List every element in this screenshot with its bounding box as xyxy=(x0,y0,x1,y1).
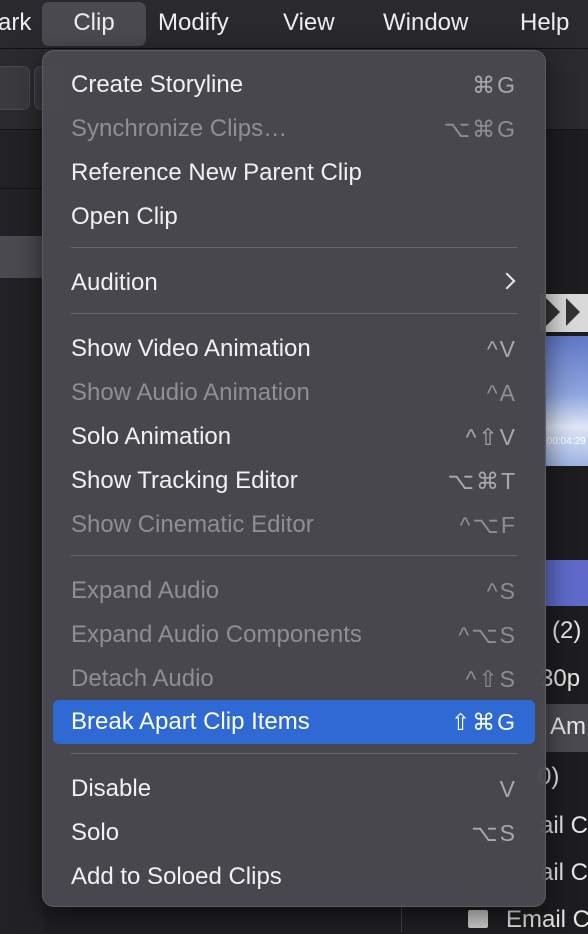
menu-item-label: Expand Audio Components xyxy=(71,621,362,648)
divider xyxy=(401,905,402,932)
menu-item-expand-audio: Expand Audio ^S xyxy=(53,569,535,613)
menu-item-expand-audio-components: Expand Audio Components ^⌥S xyxy=(53,613,535,657)
menu-item-label: Open Clip xyxy=(71,203,178,230)
chevron-right-icon xyxy=(498,272,516,290)
folder-icon xyxy=(468,910,488,928)
menu-separator xyxy=(71,753,517,754)
menu-item-label: Audition xyxy=(71,269,158,296)
menu-item-shortcut: ^⇧V xyxy=(465,424,517,450)
menu-item-disable[interactable]: Disable V xyxy=(53,767,535,811)
menu-item-label: Show Tracking Editor xyxy=(71,467,298,494)
menu-bar-item-bookmark[interactable]: ark xyxy=(0,0,31,48)
menu-item-show-audio-animation: Show Audio Animation ^A xyxy=(53,371,535,415)
menu-item-shortcut: ⌥S xyxy=(471,820,517,846)
menu-item-label: Show Video Animation xyxy=(71,335,311,362)
menu-bar-item-view[interactable]: View xyxy=(283,0,335,48)
menu-item-shortcut: ⌥⌘G xyxy=(443,116,517,142)
menu-item-shortcut: ⌥⌘T xyxy=(447,468,517,494)
menu-separator xyxy=(71,247,517,248)
menu-item-shortcut: ⇧⌘G xyxy=(450,709,517,735)
menu-item-shortcut: ^⌥F xyxy=(459,512,517,538)
menu-separator xyxy=(71,555,517,556)
menu-item-shortcut: ^S xyxy=(486,578,517,604)
menu-item-detach-audio: Detach Audio ^⇧S xyxy=(53,657,535,701)
menu-item-reference-new-parent-clip[interactable]: Reference New Parent Clip xyxy=(53,151,535,195)
menu-item-label: Solo xyxy=(71,819,120,846)
side-text: ail C xyxy=(540,859,588,886)
menu-item-label: Show Cinematic Editor xyxy=(71,511,314,538)
menu-item-break-apart-clip-items[interactable]: Break Apart Clip Items ⇧⌘G xyxy=(53,700,535,744)
menu-item-label: Disable xyxy=(71,775,152,802)
menu-item-open-clip[interactable]: Open Clip xyxy=(53,195,535,239)
chevron-right-icon xyxy=(566,298,580,326)
clip-menu: Create Storyline ⌘G Synchronize Clips… ⌥… xyxy=(42,50,546,907)
menu-item-create-storyline[interactable]: Create Storyline ⌘G xyxy=(53,63,535,107)
toolbar-button[interactable] xyxy=(0,66,30,110)
clip-thumbnail[interactable]: :00:04:29 xyxy=(544,336,588,466)
side-text: Email C xyxy=(506,906,588,933)
side-text: 30p xyxy=(540,665,581,692)
menu-item-add-to-soloed-clips[interactable]: Add to Soloed Clips xyxy=(53,855,535,899)
side-text: ail C xyxy=(540,812,588,839)
menu-item-label: Create Storyline xyxy=(71,71,244,98)
menu-bar-item-window[interactable]: Window xyxy=(383,0,468,48)
menu-item-label: Reference New Parent Clip xyxy=(71,159,362,186)
menu-item-synchronize-clips: Synchronize Clips… ⌥⌘G xyxy=(53,107,535,151)
menu-item-label: Detach Audio xyxy=(71,665,214,692)
menu-bar: ark Clip Modify View Window Help xyxy=(0,0,588,49)
menu-item-label: Solo Animation xyxy=(71,423,232,450)
menu-item-shortcut: ⌘G xyxy=(472,72,517,98)
menu-item-shortcut: ^⇧S xyxy=(465,666,517,692)
thumbnail-timecode: :00:04:29 xyxy=(544,436,586,447)
menu-item-shortcut: ^A xyxy=(486,380,517,406)
menu-item-shortcut: ^V xyxy=(486,336,517,362)
menu-item-label: Show Audio Animation xyxy=(71,379,310,406)
side-text: Am xyxy=(550,713,586,740)
menu-item-label: Add to Soloed Clips xyxy=(71,863,282,890)
menu-item-shortcut: ^⌥S xyxy=(458,622,517,648)
menu-item-show-video-animation[interactable]: Show Video Animation ^V xyxy=(53,327,535,371)
side-text: (2) xyxy=(552,617,582,644)
menu-item-label: Expand Audio xyxy=(71,577,220,604)
divider xyxy=(0,188,44,189)
filmstrip-header xyxy=(540,294,588,332)
menu-item-label: Synchronize Clips… xyxy=(71,115,288,142)
chevron-right-icon xyxy=(546,298,560,326)
menu-bar-item-clip[interactable]: Clip xyxy=(42,2,146,46)
menu-item-show-tracking-editor[interactable]: Show Tracking Editor ⌥⌘T xyxy=(53,459,535,503)
menu-bar-item-help[interactable]: Help xyxy=(520,0,569,48)
menu-item-show-cinematic-editor: Show Cinematic Editor ^⌥F xyxy=(53,503,535,547)
menu-item-audition[interactable]: Audition xyxy=(53,261,535,305)
menu-item-label: Break Apart Clip Items xyxy=(71,708,310,735)
menu-bar-item-modify[interactable]: Modify xyxy=(158,0,229,48)
menu-item-solo[interactable]: Solo ⌥S xyxy=(53,811,535,855)
menu-item-shortcut: V xyxy=(499,776,517,802)
highlight-bar xyxy=(540,560,588,606)
menu-separator xyxy=(71,313,517,314)
sidebar-selected-row[interactable] xyxy=(0,236,44,278)
menu-item-solo-animation[interactable]: Solo Animation ^⇧V xyxy=(53,415,535,459)
